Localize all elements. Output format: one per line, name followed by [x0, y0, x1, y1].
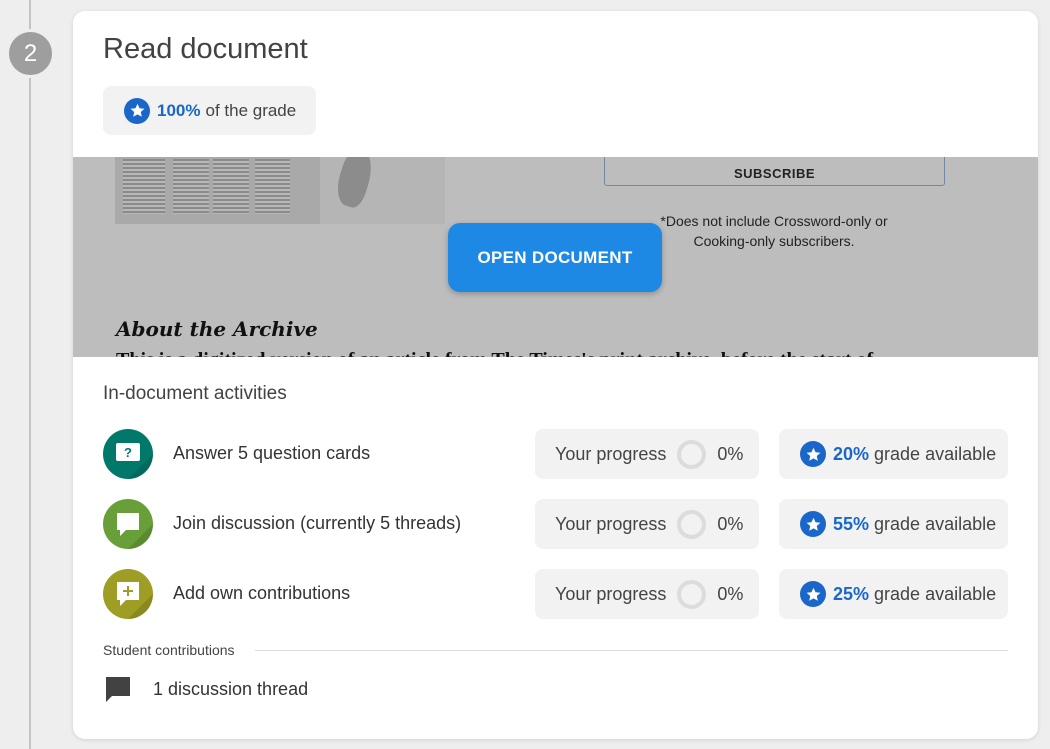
activities-title: In-document activities	[103, 383, 287, 404]
thread-count-label: 1 discussion thread	[153, 678, 309, 699]
progress-chip: Your progress 0%	[535, 429, 759, 479]
grade-available-percent: 25%	[833, 583, 870, 604]
subscribe-disclaimer: *Does not include Crossword-only or Cook…	[660, 213, 888, 249]
grade-suffix: of the grade	[205, 100, 297, 120]
card-title: Read document	[103, 33, 308, 65]
progress-label: Your progress	[555, 443, 667, 464]
discussion-icon	[103, 499, 153, 549]
activity-row-discussion: Join discussion (currently 5 threads) Yo…	[103, 499, 1008, 549]
archive-text: This is a digitized version of an articl…	[116, 349, 996, 357]
progress-chip: Your progress 0%	[535, 499, 759, 549]
grade-available-suffix: grade available	[874, 443, 997, 464]
progress-value: 0%	[717, 513, 744, 534]
grade-available-chip: 25% grade available	[779, 569, 1008, 619]
grade-available-percent: 20%	[833, 443, 870, 464]
grade-available-suffix: grade available	[874, 583, 997, 604]
progress-ring	[677, 579, 707, 609]
progress-value: 0%	[717, 583, 744, 604]
comment-icon	[106, 677, 130, 702]
star-icon	[124, 97, 150, 124]
progress-ring	[677, 509, 707, 539]
add-comment-icon	[103, 569, 153, 619]
divider	[254, 649, 1008, 651]
svg-text:?: ?	[124, 445, 132, 460]
timeline-line	[29, 0, 31, 749]
document-thumbnail	[115, 157, 445, 224]
star-icon	[800, 581, 826, 607]
progress-chip: Your progress 0%	[535, 569, 759, 619]
grade-available-percent: 55%	[833, 513, 870, 534]
step-number-badge: 2	[6, 29, 55, 78]
activity-row-contributions: Add own contributions Your progress 0% 2…	[103, 569, 1008, 619]
grade-available-suffix: grade available	[874, 513, 997, 534]
archive-heading: About the Archive	[116, 317, 318, 341]
star-icon	[800, 441, 826, 467]
grade-weight-chip: 100% of the grade	[103, 86, 317, 135]
grade-available-chip: 20% grade available	[779, 429, 1008, 479]
activity-label: Join discussion (currently 5 threads)	[173, 513, 462, 533]
contributions-title: Student contributions	[103, 642, 235, 658]
grade-available-chip: 55% grade available	[779, 499, 1008, 549]
progress-label: Your progress	[555, 513, 667, 534]
open-document-button[interactable]: OPEN DOCUMENT	[448, 223, 662, 292]
activity-label: Answer 5 question cards	[173, 443, 371, 463]
activity-row-question-cards: ? Answer 5 question cards Your progress …	[103, 429, 1008, 479]
question-card-icon: ?	[103, 429, 153, 479]
grade-percent: 100%	[157, 100, 201, 120]
subscribe-button: SUBSCRIBE	[604, 157, 945, 186]
assignment-card: Read document 100% of the grade SUBSCRIB…	[73, 11, 1038, 739]
progress-label: Your progress	[555, 583, 667, 604]
progress-value: 0%	[717, 443, 744, 464]
star-icon	[800, 511, 826, 537]
activity-label: Add own contributions	[173, 583, 351, 603]
discussion-thread-link[interactable]: 1 discussion thread	[103, 674, 308, 704]
progress-ring	[677, 439, 707, 469]
student-contributions-header: Student contributions	[103, 640, 1008, 660]
document-preview[interactable]: SUBSCRIBE *Does not include Crossword-on…	[73, 157, 1038, 357]
